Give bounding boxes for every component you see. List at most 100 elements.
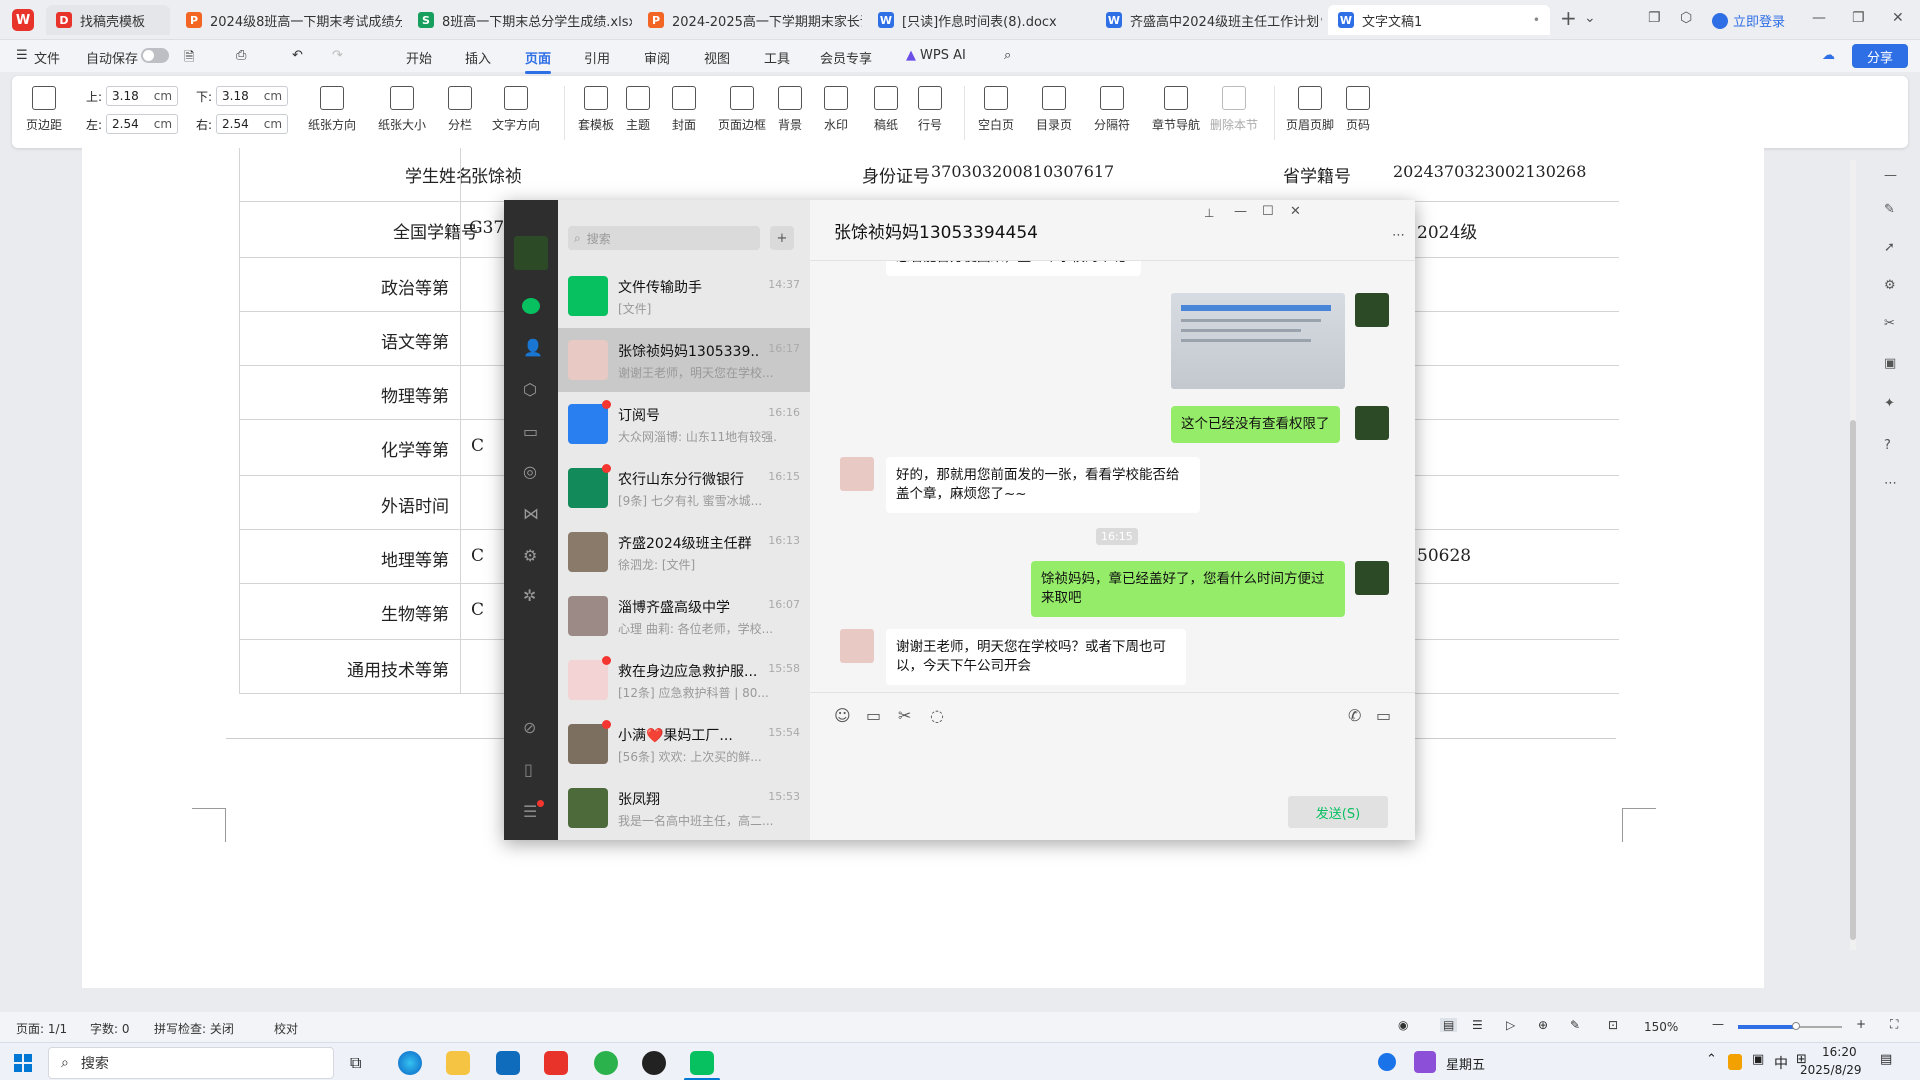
wechat-icon[interactable] <box>690 1051 714 1075</box>
chat-list-item[interactable]: 齐盛2024级班主任群 16:13 徐泗龙: [文件] <box>558 520 810 584</box>
page-number-button[interactable]: 页码 <box>1346 86 1370 133</box>
pin-icon[interactable]: ⊥ <box>1204 206 1214 220</box>
page-view-icon[interactable]: ▤ <box>1440 1018 1458 1032</box>
proofread[interactable]: 校对 <box>274 1020 298 1037</box>
margin-left-input[interactable]: 2.54 cm <box>106 114 179 134</box>
my-avatar[interactable] <box>514 236 548 270</box>
login-button[interactable]: 立即登录 <box>1712 11 1785 30</box>
search-feature-icon[interactable]: ✲ <box>523 586 536 605</box>
minimize-icon[interactable]: — <box>1812 10 1826 26</box>
wps-logo-icon[interactable]: W <box>12 9 34 31</box>
background-button[interactable]: 背景 <box>778 86 802 133</box>
zoom-slider[interactable] <box>1738 1022 1842 1030</box>
ai-assistant-icon[interactable]: ✦ <box>1884 396 1895 411</box>
my-avatar[interactable] <box>1355 293 1389 327</box>
help-tray-icon[interactable] <box>1378 1053 1396 1071</box>
ime-indicator[interactable]: 中 <box>1774 1053 1788 1073</box>
message-bubble[interactable]: 您看能否方便回来，盖一个学校的章呢? <box>886 261 1141 276</box>
tab-doc-plan[interactable]: W齐盛高中2024级班主任工作计划• <box>1096 5 1322 35</box>
chevron-down-icon[interactable]: ⌄ <box>1584 10 1596 26</box>
outlook-icon[interactable] <box>496 1051 520 1075</box>
chat-list-item[interactable]: 淄博齐盛高级中学 16:07 心理 曲莉: 各位老师，学校... <box>558 584 810 648</box>
hamburger-menu-icon[interactable]: ☰ <box>16 48 28 63</box>
wps-ai-button[interactable]: ▲ WPS AI <box>906 48 966 63</box>
image-icon[interactable]: ▣ <box>1884 356 1896 371</box>
menu-start[interactable]: 开始 <box>406 48 432 67</box>
page-border-button[interactable]: 页面边框 <box>718 86 766 133</box>
menu-insert[interactable]: 插入 <box>465 48 491 67</box>
chat-list-item[interactable]: 张凤翔 15:53 我是一名高中班主任，高二... <box>558 776 810 840</box>
collapse-icon[interactable]: — <box>1884 168 1897 183</box>
cube-icon[interactable]: ⬡ <box>1680 10 1692 26</box>
watermark-button[interactable]: 水印 <box>824 86 848 133</box>
cloud-icon[interactable]: ☁ <box>1822 48 1835 63</box>
vertical-scrollbar[interactable] <box>1850 160 1856 950</box>
section-nav-button[interactable]: 章节导航 <box>1152 86 1200 133</box>
mini-program-icon[interactable]: ⚙ <box>523 546 537 565</box>
help-icon[interactable]: ? <box>1884 438 1891 453</box>
manuscript-button[interactable]: 稿纸 <box>874 86 898 133</box>
theme-button[interactable]: 主题 <box>626 86 650 133</box>
tab-doc-schedule[interactable]: W [只读]作息时间表(8).docx <box>868 5 1090 35</box>
screenshot-icon[interactable]: ✂ <box>898 706 911 725</box>
tab-doc-template[interactable]: D 找稿壳模板 <box>46 5 170 35</box>
chat-icon[interactable] <box>522 298 540 314</box>
contact-avatar[interactable] <box>840 629 874 663</box>
text-direction-button[interactable]: 文字方向 <box>492 86 540 133</box>
voice-call-icon[interactable]: ✆ <box>1348 706 1361 725</box>
search-icon[interactable]: ⌕ <box>1004 48 1011 63</box>
eye-icon[interactable]: ◉ <box>1398 1018 1408 1032</box>
margin-top-input[interactable]: 3.18 cm <box>106 86 179 106</box>
taskbar-search[interactable]: ⌕ 搜索 <box>48 1047 334 1079</box>
chat-list-item[interactable]: 农行山东分行微银行 16:15 [9条] 七夕有礼 蜜雪冰城... <box>558 456 810 520</box>
add-chat-button[interactable]: + <box>770 226 794 250</box>
play-icon[interactable]: ▷ <box>1506 1018 1515 1032</box>
margin-bottom-input[interactable]: 3.18 cm <box>216 86 289 106</box>
wps-icon[interactable] <box>544 1051 568 1075</box>
separator-button[interactable]: 分隔符 <box>1094 86 1130 133</box>
tab-doc-active[interactable]: W 文字文稿1 • <box>1328 5 1550 35</box>
paper-size-button[interactable]: 纸张大小 <box>378 86 426 133</box>
pen-view-icon[interactable]: ✎ <box>1570 1018 1580 1032</box>
favorites-icon[interactable]: ⬡ <box>523 380 537 399</box>
undo-icon[interactable]: ↶ <box>292 48 303 63</box>
phone-icon[interactable]: ▯ <box>524 760 533 779</box>
close-icon[interactable]: ✕ <box>1290 204 1301 219</box>
menu-vip[interactable]: 会员专享 <box>820 48 872 67</box>
chat-history-icon[interactable]: ◌ <box>930 706 944 725</box>
clock-date[interactable]: 2025/8/29 <box>1800 1063 1862 1077</box>
calendar-icon[interactable] <box>1414 1051 1436 1073</box>
mini-games-icon[interactable]: ⊘ <box>523 718 536 737</box>
tools-icon[interactable]: ✂ <box>1884 316 1895 331</box>
chat-list-item[interactable]: 张馀祯妈妈1305339... 16:17 谢谢王老师，明天您在学校... <box>558 328 810 392</box>
columns-button[interactable]: 分栏 <box>448 86 472 133</box>
tab-sheet-scores[interactable]: S 8班高一下期末总分学生成绩.xlsx <box>408 5 632 35</box>
channels-icon[interactable]: ⋈ <box>523 504 539 523</box>
margin-right-input[interactable]: 2.54 cm <box>216 114 289 134</box>
notification-icon[interactable]: ▤ <box>1880 1052 1892 1067</box>
minimize-icon[interactable]: — <box>1234 204 1247 219</box>
word-count[interactable]: 字数: 0 <box>90 1020 130 1037</box>
maximize-icon[interactable]: ❐ <box>1852 10 1865 26</box>
zoom-out-icon[interactable]: — <box>1712 1017 1724 1031</box>
search-box[interactable]: ⌕ 搜索 <box>568 226 760 250</box>
pen-icon[interactable]: ✎ <box>1884 202 1895 217</box>
toc-page-button[interactable]: 目录页 <box>1036 86 1072 133</box>
close-icon[interactable]: ✕ <box>1892 10 1904 26</box>
more-icon[interactable]: ⋯ <box>1392 228 1405 243</box>
menu-icon[interactable]: ☰ <box>523 802 537 821</box>
menu-file[interactable]: 文件 <box>34 48 60 67</box>
display-tray-icon[interactable]: ▣ <box>1752 1052 1764 1067</box>
file-icon[interactable]: ▭ <box>866 706 881 725</box>
my-avatar[interactable] <box>1355 406 1389 440</box>
send-button[interactable]: 发送(S) <box>1288 796 1388 828</box>
moments-icon[interactable]: ◎ <box>523 462 537 481</box>
contact-avatar[interactable] <box>840 457 874 491</box>
blank-page-button[interactable]: 空白页 <box>978 86 1014 133</box>
zoom-in-icon[interactable]: + <box>1856 1017 1866 1031</box>
zoom-level[interactable]: 150% <box>1644 1020 1678 1034</box>
tab-ppt-parents[interactable]: P 2024-2025高一下学期期末家长课 <box>638 5 862 35</box>
window-restore-icon[interactable]: ❐ <box>1648 10 1661 26</box>
message-area[interactable]: 您看能否方便回来，盖一个学校的章呢? 这个已经没有查看权限了 好的，那就用您前面… <box>810 261 1415 692</box>
image-message[interactable] <box>1171 293 1345 389</box>
